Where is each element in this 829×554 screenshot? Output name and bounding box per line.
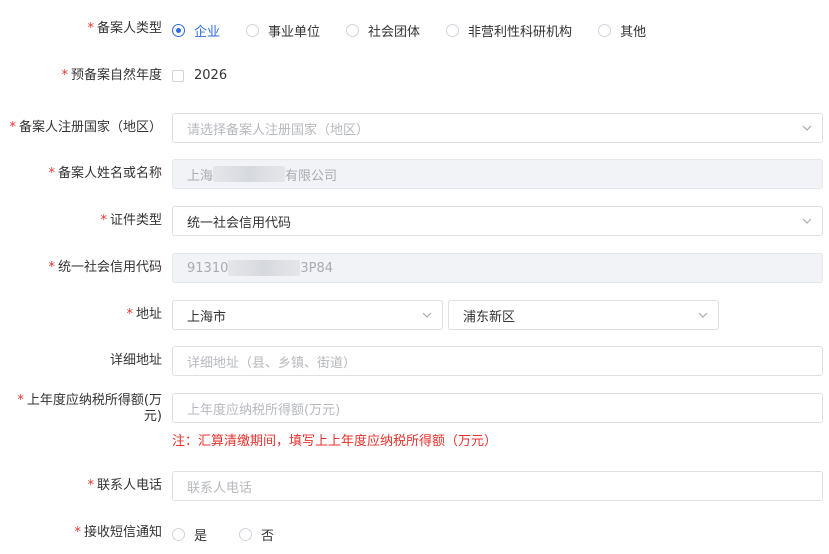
radio-checked-icon [172,24,185,37]
country-label: * 备案人注册国家（地区） [9,120,162,135]
credit-code-input[interactable]: 91310 3P84 [172,253,823,283]
filing-year-checkbox-option[interactable]: 2026 [172,68,227,83]
radio-unchecked-icon [598,24,612,37]
chevron-down-icon [422,312,432,318]
province-select[interactable]: 上海市 [172,300,443,330]
credit-code-label: * 统一社会信用代码 [48,260,162,275]
taxable-income-input[interactable]: 上年度应纳税所得额(万元) [172,393,823,423]
detail-address-input[interactable]: 详细地址（县、乡镇、街道） [172,346,823,376]
radio-unchecked-icon [346,24,360,37]
filer-type-label: * 备案人类型 [87,21,162,36]
contact-phone-label: * 联系人电话 [87,478,162,493]
id-type-select[interactable]: 统一社会信用代码 [172,206,823,236]
detail-address-label: 详细地址 [109,353,162,368]
address-label: * 地址 [126,307,162,322]
filing-year-value: 2026 [194,68,228,83]
sms-notice-option-no[interactable]: 否 [239,525,274,544]
redaction-mask [213,166,286,182]
filer-type-option-other[interactable]: 其他 [598,21,646,40]
contact-phone-input[interactable]: 联系人电话 [172,471,823,501]
id-type-label: * 证件类型 [100,213,162,228]
radio-unchecked-icon [239,528,253,541]
redaction-mask [228,260,301,276]
name-input[interactable]: 上海 有限公司 [172,159,823,189]
sms-notice-option-yes[interactable]: 是 [172,525,207,544]
sms-notice-label: * 接收短信通知 [74,525,162,540]
filer-type-option-public-institution[interactable]: 事业单位 [246,21,320,40]
radio-unchecked-icon [446,24,460,37]
radio-unchecked-icon [172,528,185,541]
taxable-income-note: 注：汇算清缴期间，填写上上年度应纳税所得额（万元） [172,434,498,449]
taxable-income-label: * 上年度应纳税所得额(万 元) [17,393,162,424]
chevron-down-icon [802,125,812,131]
filer-type-option-nonprofit-research[interactable]: 非营利性科研机构 [446,21,572,40]
chevron-down-icon [698,312,708,318]
chevron-down-icon [802,218,812,224]
district-select[interactable]: 浦东新区 [448,300,719,330]
filing-year-label: * 预备案自然年度 [61,68,162,83]
filer-type-option-enterprise[interactable]: 企业 [172,21,220,40]
name-label: * 备案人姓名或名称 [48,166,162,181]
country-select[interactable]: 请选择备案人注册国家（地区） [172,113,823,143]
filer-type-radio-group: 企业 事业单位 社会团体 非营利性科研机构 其他 [172,21,672,40]
sms-notice-radio-group: 是 否 [172,525,300,544]
filer-type-option-social-organization[interactable]: 社会团体 [346,21,420,40]
checkbox-unchecked-icon [172,69,184,82]
radio-unchecked-icon [246,24,260,37]
